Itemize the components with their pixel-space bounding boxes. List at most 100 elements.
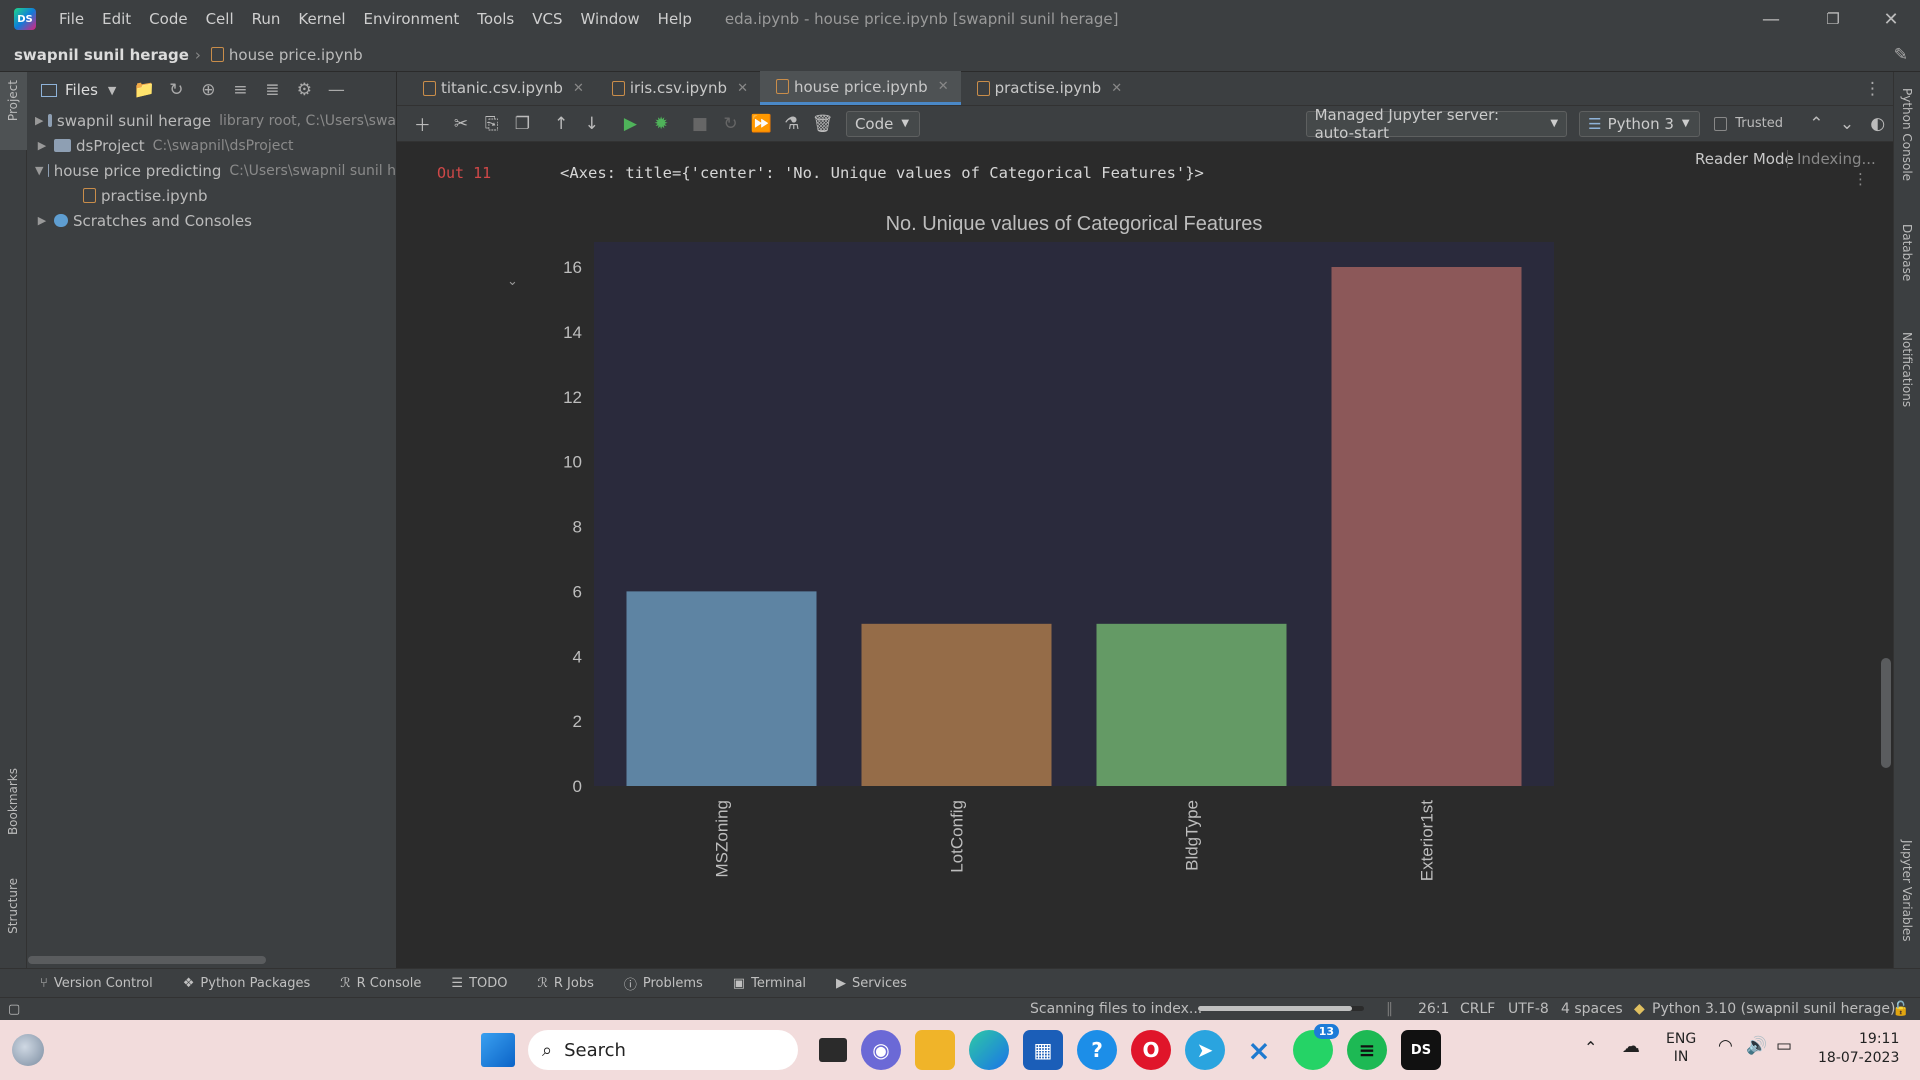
tool-terminal[interactable]: ▣ Terminal bbox=[733, 976, 806, 991]
tree-item[interactable]: ▶ Scratches and Consoles bbox=[27, 208, 396, 233]
battery-icon[interactable]: ▭ bbox=[1776, 1036, 1792, 1056]
index-progress-fill bbox=[1198, 1006, 1353, 1011]
jupyter-variables-tool-label[interactable]: Jupyter Variables bbox=[1900, 840, 1914, 942]
indent-setting[interactable]: 4 spaces bbox=[1561, 1001, 1623, 1017]
collapse-all-icon[interactable]: ≣ bbox=[256, 76, 288, 104]
new-folder-icon[interactable]: 📁 bbox=[128, 76, 160, 104]
tool-todo[interactable]: ☰ TODO bbox=[451, 976, 507, 991]
tool-version-control[interactable]: ⑂ Version Control bbox=[40, 976, 153, 991]
menu-kernel[interactable]: Kernel bbox=[289, 10, 354, 28]
weather-icon[interactable] bbox=[12, 1034, 44, 1066]
services-icon: ▶ bbox=[836, 975, 847, 991]
start-icon[interactable] bbox=[481, 1033, 515, 1067]
structure-tool-label[interactable]: Structure bbox=[6, 878, 20, 934]
tree-item-label: swapnil sunil herage bbox=[56, 111, 212, 130]
file-explorer-icon[interactable] bbox=[915, 1030, 955, 1070]
database-tool-label[interactable]: Database bbox=[1900, 224, 1914, 281]
teams-chat-icon[interactable]: ◉ bbox=[861, 1030, 901, 1070]
locate-icon[interactable]: ⊕ bbox=[192, 76, 224, 104]
restore-button[interactable]: ❐ bbox=[1804, 0, 1862, 38]
spotify-icon[interactable]: ≡ bbox=[1347, 1030, 1387, 1070]
tool-r-jobs[interactable]: ℛ R Jobs bbox=[538, 976, 594, 991]
vscode-icon[interactable]: ⨯ bbox=[1239, 1030, 1279, 1070]
settings-gear-icon[interactable]: ⚙ bbox=[288, 76, 320, 104]
language-indicator[interactable]: ENG IN bbox=[1666, 1030, 1696, 1066]
line-separator[interactable]: CRLF bbox=[1460, 1001, 1495, 1017]
dataspell-icon[interactable]: DS bbox=[1401, 1030, 1441, 1070]
tool-problems[interactable]: ⓘ Problems bbox=[624, 974, 703, 993]
project-toolbar: Files ▼ 📁 ↻ ⊕ ≡ ≣ ⚙ — bbox=[27, 72, 396, 108]
close-window-button[interactable]: ✕ bbox=[1862, 0, 1920, 38]
tool-python-packages[interactable]: ❖ Python Packages bbox=[183, 976, 311, 991]
clock[interactable]: 19:11 18-07-2023 bbox=[1818, 1030, 1899, 1068]
menu-environment[interactable]: Environment bbox=[355, 10, 469, 28]
menu-file[interactable]: File bbox=[50, 10, 93, 28]
chevron-down-icon[interactable]: ▼ bbox=[108, 84, 116, 97]
help-icon[interactable]: ? bbox=[1077, 1030, 1117, 1070]
menu-window[interactable]: Window bbox=[572, 10, 649, 28]
volume-icon[interactable]: 🔊 bbox=[1746, 1036, 1767, 1056]
taskbar-search[interactable]: ⌕ Search bbox=[528, 1030, 798, 1070]
menu-tools[interactable]: Tools bbox=[468, 10, 523, 28]
y-tick-label: 2 bbox=[573, 712, 582, 731]
bar-bldgtype bbox=[1096, 623, 1287, 786]
expand-all-icon[interactable]: ≡ bbox=[224, 76, 256, 104]
file-encoding[interactable]: UTF-8 bbox=[1508, 1001, 1549, 1017]
tree-item-path: library root, C:\Users\swa bbox=[219, 112, 396, 129]
menu-help[interactable]: Help bbox=[649, 10, 701, 28]
refresh-icon[interactable]: ↻ bbox=[160, 76, 192, 104]
edge-icon[interactable] bbox=[969, 1030, 1009, 1070]
tool-r-console[interactable]: ℛ R Console bbox=[340, 976, 421, 991]
hide-panel-icon[interactable]: — bbox=[320, 76, 352, 104]
store-icon[interactable]: ▦ bbox=[1023, 1030, 1063, 1070]
task-view-icon[interactable] bbox=[819, 1038, 847, 1062]
tree-item[interactable]: ▶ swapnil sunil herage library root, C:\… bbox=[27, 108, 396, 133]
python-console-tool-label[interactable]: Python Console bbox=[1900, 88, 1914, 181]
telegram-icon[interactable]: ➤ bbox=[1185, 1030, 1225, 1070]
bookmarks-tool-label[interactable]: Bookmarks bbox=[6, 768, 20, 835]
folder-icon bbox=[54, 139, 71, 152]
cloud-icon[interactable]: ☁ bbox=[1622, 1036, 1640, 1057]
project-horizontal-scrollbar[interactable] bbox=[28, 956, 266, 964]
breadcrumb-separator-icon: › bbox=[194, 45, 201, 64]
window-title: eda.ipynb - house price.ipynb [swapnil s… bbox=[724, 10, 1119, 28]
chevron-right-icon[interactable]: ▶ bbox=[35, 214, 49, 227]
chevron-right-icon[interactable]: ▶ bbox=[35, 114, 43, 127]
bar-chart: No. Unique values of Categorical Feature… bbox=[563, 213, 1554, 881]
project-view-selector[interactable]: Files bbox=[65, 81, 98, 99]
notifications-tool-label[interactable]: Notifications bbox=[1900, 332, 1914, 407]
search-placeholder: Search bbox=[564, 1039, 626, 1061]
lock-icon[interactable]: 🔓 bbox=[1892, 1001, 1909, 1017]
breadcrumb-file[interactable]: house price.ipynb bbox=[229, 46, 363, 64]
menu-vcs[interactable]: VCS bbox=[523, 10, 571, 28]
pause-icon[interactable]: ‖ bbox=[1386, 1001, 1393, 1017]
tool-services[interactable]: ▶ Services bbox=[836, 976, 907, 991]
python-icon: ◆ bbox=[1634, 1001, 1645, 1017]
menu-run[interactable]: Run bbox=[243, 10, 290, 28]
minimize-button[interactable]: — bbox=[1742, 0, 1800, 38]
bar-exterior1st bbox=[1331, 267, 1522, 786]
chevron-up-icon[interactable]: ⌃ bbox=[1584, 1038, 1597, 1057]
menu-cell[interactable]: Cell bbox=[197, 10, 243, 28]
tree-item[interactable]: practise.ipynb bbox=[27, 183, 396, 208]
caret-position[interactable]: 26:1 bbox=[1418, 1001, 1449, 1017]
edit-icon[interactable]: ✎ bbox=[1894, 45, 1908, 65]
layers-icon: ❖ bbox=[182, 975, 195, 991]
notification-badge: 13 bbox=[1313, 1024, 1339, 1039]
wifi-icon[interactable]: ◠ bbox=[1718, 1036, 1733, 1056]
breadcrumb-project[interactable]: swapnil sunil herage bbox=[14, 46, 189, 64]
chevron-right-icon[interactable]: ▶ bbox=[35, 139, 49, 152]
folder-icon bbox=[48, 114, 52, 127]
tree-item[interactable]: ▼ house price predicting C:\Users\swapni… bbox=[27, 158, 396, 183]
x-tick-label: BldgType bbox=[1183, 800, 1202, 871]
interpreter-selector[interactable]: Python 3.10 (swapnil sunil herage) bbox=[1652, 1001, 1895, 1017]
chevron-down-icon[interactable]: ▼ bbox=[35, 164, 43, 177]
whatsapp-icon[interactable]: 13 bbox=[1293, 1024, 1339, 1070]
y-tick-label: 4 bbox=[573, 647, 582, 666]
layout-icon[interactable]: ▢ bbox=[8, 1002, 20, 1017]
menu-edit[interactable]: Edit bbox=[93, 10, 140, 28]
project-tool-label[interactable]: Project bbox=[6, 80, 20, 121]
menu-code[interactable]: Code bbox=[140, 10, 196, 28]
tree-item[interactable]: ▶ dsProject C:\swapnil\dsProject bbox=[27, 133, 396, 158]
opera-icon[interactable]: O bbox=[1131, 1030, 1171, 1070]
